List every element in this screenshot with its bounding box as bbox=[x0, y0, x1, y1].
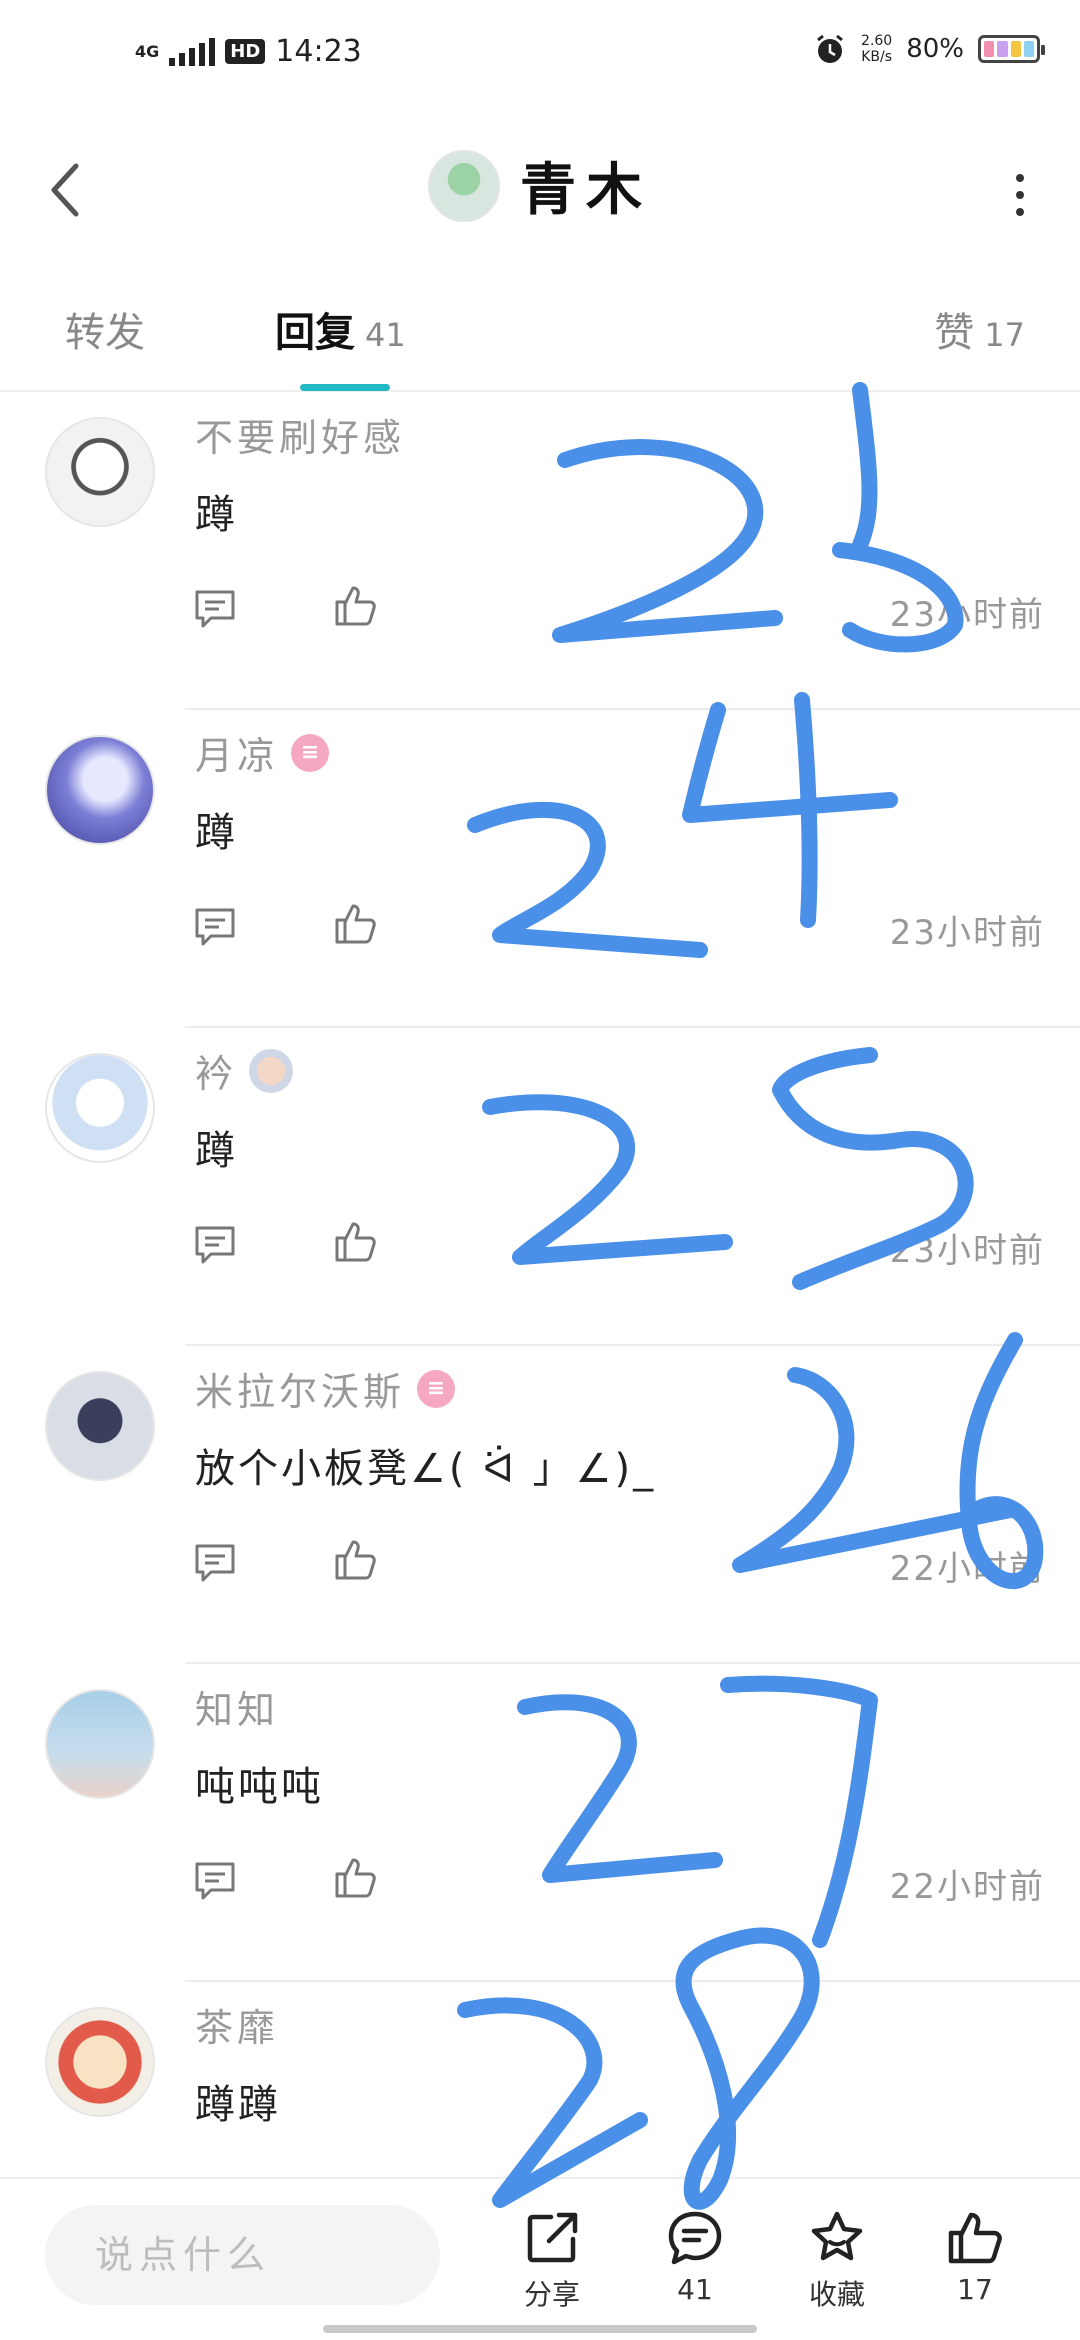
sticker-badge-icon bbox=[249, 1048, 294, 1093]
tab-reply[interactable]: 回复 41 bbox=[275, 300, 406, 358]
comment-icon bbox=[668, 2211, 722, 2265]
battery-cell bbox=[1023, 41, 1034, 57]
comment-text: 蹲 bbox=[195, 492, 238, 538]
network-speed: 2.60 KB/s bbox=[861, 33, 892, 65]
header: 青木 bbox=[0, 110, 1080, 260]
tab-reply-count: 41 bbox=[365, 316, 406, 354]
comment-time: 23小时前 bbox=[889, 1231, 1045, 1271]
thumbs-up-icon[interactable] bbox=[333, 902, 377, 946]
battery-cell bbox=[997, 41, 1008, 57]
comment-text: 蹲蹲 bbox=[195, 2082, 281, 2128]
tab-reply-label: 回复 bbox=[275, 310, 355, 356]
comment-time: 22小时前 bbox=[889, 1549, 1045, 1589]
avatar[interactable] bbox=[45, 1053, 155, 1163]
level-badge-icon: ≡ bbox=[291, 733, 330, 772]
avatar[interactable] bbox=[45, 1371, 155, 1481]
comment-text: 放个小板凳∠( ᐛ 」∠)_ bbox=[195, 1446, 657, 1492]
reply-icon[interactable] bbox=[193, 905, 237, 949]
more-dot bbox=[1016, 191, 1024, 199]
tab-forward[interactable]: 转发 bbox=[65, 300, 145, 358]
commenter-name[interactable]: 月凉 bbox=[195, 725, 279, 780]
more-button[interactable] bbox=[1005, 165, 1035, 225]
more-vertical-icon bbox=[1016, 174, 1024, 182]
tab-like[interactable]: 赞 17 bbox=[934, 300, 1025, 358]
commenter-name[interactable]: 知知 bbox=[195, 1679, 279, 1734]
tab-like-count: 17 bbox=[984, 316, 1025, 354]
name-row: 知知 bbox=[195, 1679, 279, 1734]
hd-badge: HD bbox=[225, 39, 266, 64]
thumbs-up-icon[interactable] bbox=[333, 584, 377, 628]
comment-item: 米拉尔沃斯 ≡ 放个小板凳∠( ᐛ 」∠)_ 22小时前 bbox=[0, 1346, 1080, 1664]
comment-button[interactable]: 41 bbox=[635, 2209, 755, 2306]
avatar[interactable] bbox=[45, 2007, 155, 2117]
comment-input[interactable] bbox=[45, 2205, 440, 2305]
like-count: 17 bbox=[957, 2273, 993, 2306]
name-row: 衿 bbox=[195, 1043, 294, 1098]
bottom-bar: 分享 41 收藏 17 bbox=[0, 2177, 1080, 2340]
reply-icon[interactable] bbox=[193, 587, 237, 631]
commenter-name[interactable]: 衿 bbox=[195, 1043, 237, 1098]
like-button[interactable]: 17 bbox=[915, 2209, 1035, 2306]
name-row: 不要刷好感 bbox=[195, 407, 405, 462]
alarm-icon bbox=[817, 34, 843, 63]
tab-like-label: 赞 bbox=[934, 310, 975, 356]
battery-cell bbox=[984, 41, 995, 57]
tab-indicator bbox=[300, 384, 390, 391]
favorite-button[interactable]: 收藏 bbox=[777, 2209, 897, 2313]
avatar[interactable] bbox=[45, 417, 155, 527]
status-left: 4G HD 14:23 bbox=[135, 34, 362, 69]
comment-time: 23小时前 bbox=[889, 595, 1045, 635]
battery-cell bbox=[1010, 41, 1021, 57]
tab-forward-label: 转发 bbox=[65, 310, 145, 356]
name-row: 月凉 ≡ bbox=[195, 725, 330, 780]
comment-list[interactable]: 不要刷好感 蹲 23小时前 月凉 ≡ 蹲 23小时前 衿 蹲 23小时前 米拉尔… bbox=[0, 392, 1080, 2177]
share-button[interactable]: 分享 bbox=[492, 2209, 612, 2313]
comment-text: 蹲 bbox=[195, 810, 238, 856]
more-dot bbox=[1016, 208, 1024, 216]
thumbs-up-icon[interactable] bbox=[333, 1538, 377, 1582]
status-right: 2.60 KB/s 80% bbox=[813, 32, 1045, 66]
thumbs-up-icon[interactable] bbox=[333, 1856, 377, 1900]
commenter-name[interactable]: 米拉尔沃斯 bbox=[195, 1361, 405, 1416]
reply-icon[interactable] bbox=[193, 1859, 237, 1903]
name-row: 茶靡 bbox=[195, 1997, 279, 2052]
name-row: 米拉尔沃斯 ≡ bbox=[195, 1361, 456, 1416]
comment-item: 月凉 ≡ 蹲 23小时前 bbox=[0, 710, 1080, 1028]
comment-item: 知知 吨吨吨 22小时前 bbox=[0, 1664, 1080, 1982]
thumbs-up-icon bbox=[948, 2212, 1002, 2264]
share-label: 分享 bbox=[523, 2278, 580, 2311]
avatar[interactable] bbox=[45, 735, 155, 845]
speed-unit: KB/s bbox=[861, 49, 893, 65]
commenter-name[interactable]: 不要刷好感 bbox=[195, 407, 405, 462]
comment-time: 22小时前 bbox=[889, 1867, 1045, 1907]
comment-text: 吨吨吨 bbox=[195, 1764, 324, 1810]
thumbs-up-icon[interactable] bbox=[333, 1220, 377, 1264]
level-badge-icon: ≡ bbox=[417, 1369, 456, 1408]
comment-item: 不要刷好感 蹲 23小时前 bbox=[0, 392, 1080, 710]
user-avatar[interactable] bbox=[428, 149, 500, 222]
status-bar: 4G HD 14:23 2.60 KB/s 80% bbox=[0, 0, 1080, 110]
commenter-name[interactable]: 茶靡 bbox=[195, 1997, 279, 2052]
speed-value: 2.60 bbox=[861, 33, 893, 49]
comment-time: 23小时前 bbox=[889, 913, 1045, 953]
network-type: 4G bbox=[135, 41, 160, 61]
battery-percent: 80% bbox=[906, 34, 964, 64]
tabs: 转发 回复 41 赞 17 bbox=[0, 260, 1080, 392]
reply-icon[interactable] bbox=[193, 1223, 237, 1267]
signal-icon bbox=[169, 37, 216, 66]
battery-icon bbox=[978, 35, 1045, 63]
comment-text: 蹲 bbox=[195, 1128, 238, 1174]
page-title: 青木 bbox=[520, 158, 652, 223]
comment-item: 茶靡 蹲蹲 bbox=[0, 1982, 1080, 2177]
star-icon bbox=[811, 2211, 863, 2261]
comment-count: 41 bbox=[677, 2273, 713, 2306]
reply-icon[interactable] bbox=[193, 1541, 237, 1585]
home-indicator[interactable] bbox=[323, 2325, 757, 2333]
comment-item: 衿 蹲 23小时前 bbox=[0, 1028, 1080, 1346]
avatar[interactable] bbox=[45, 1689, 155, 1799]
favorite-label: 收藏 bbox=[808, 2278, 865, 2311]
status-time: 14:23 bbox=[275, 34, 362, 69]
share-icon bbox=[527, 2212, 578, 2263]
title-wrap[interactable]: 青木 bbox=[0, 145, 1080, 226]
